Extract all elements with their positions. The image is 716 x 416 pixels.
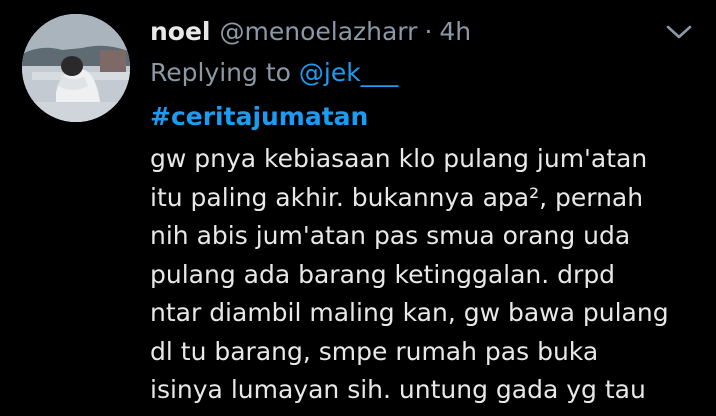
chevron-down-icon [666, 25, 692, 39]
tweet-header: noel @menoelazharr · 4h [150, 12, 471, 52]
user-handle[interactable]: @menoelazharr [220, 12, 418, 52]
replying-to: Replying to @jek___ [150, 53, 398, 93]
avatar[interactable] [22, 14, 130, 122]
replying-label: Replying to [150, 58, 299, 87]
tweet-text-line: dl tu barang, smpe rumah pas buka [150, 336, 599, 366]
tweet-text: gw pnya kebiasaan klo pulang jum'atan it… [150, 140, 710, 410]
display-name[interactable]: noel [150, 12, 211, 52]
hashtag-link[interactable]: #ceritajumatan [150, 97, 368, 137]
tweet-text-line: ntar diambil maling kan, gw bawa pulang [150, 298, 669, 327]
tweet-text-line: itu paling akhir. bukannya apa², pernah [150, 182, 644, 212]
tweet[interactable]: noel @menoelazharr · 4h Replying to @jek… [0, 0, 716, 416]
tweet-text-line: pulang ada barang ketinggalan. drpd [150, 259, 616, 289]
avatar-photo [22, 14, 130, 122]
separator-dot: · [424, 17, 433, 46]
reply-mention-link[interactable]: @jek___ [299, 58, 398, 87]
more-options-button[interactable] [664, 20, 694, 44]
tweet-text-line: isinya lumayan sih. untung gada yg tau [150, 375, 646, 404]
tweet-text-line: gw pnya kebiasaan klo pulang jum'atan [150, 144, 648, 173]
timestamp[interactable]: 4h [439, 12, 471, 52]
tweet-text-line: nih abis jum'atan pas smua orang uda [150, 221, 631, 250]
